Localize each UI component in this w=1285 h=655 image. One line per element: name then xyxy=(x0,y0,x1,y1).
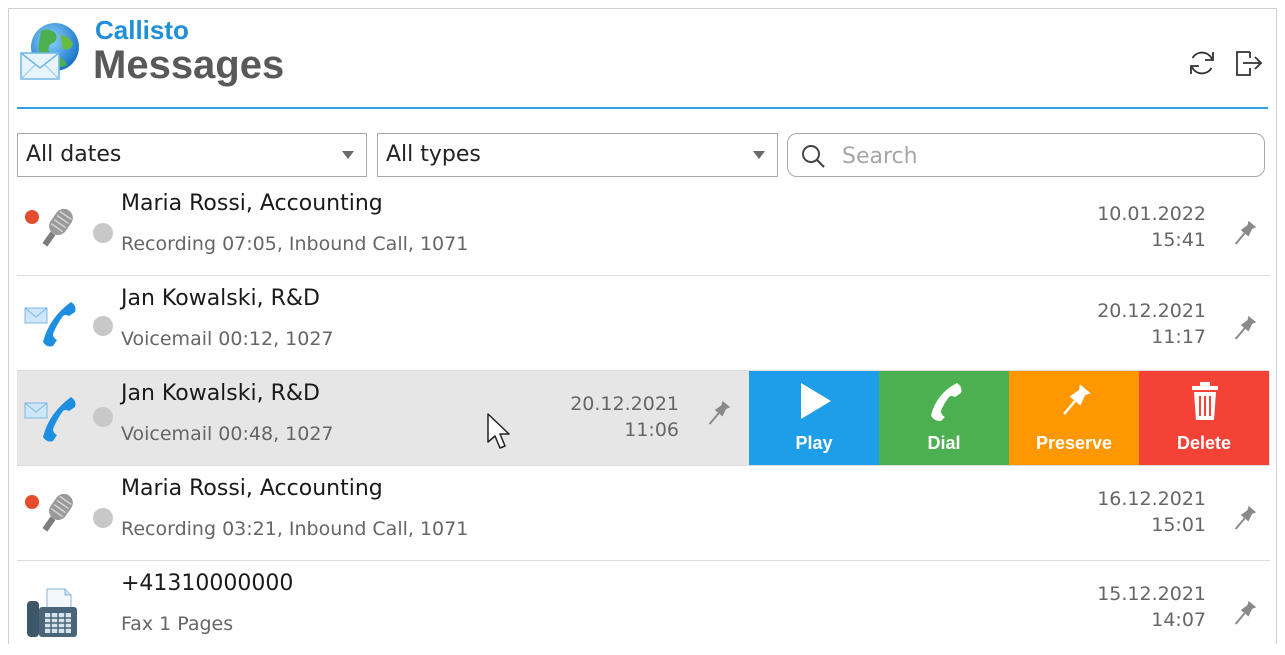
play-label: Play xyxy=(795,433,833,453)
message-time: 11:17 xyxy=(1151,326,1206,348)
play-button[interactable]: Play xyxy=(749,371,879,465)
message-timestamp: 20.12.2021 11:06 xyxy=(507,391,679,443)
message-detail: Voicemail 00:48, 1027 xyxy=(121,423,334,445)
message-detail: Voicemail 00:12, 1027 xyxy=(121,328,334,350)
pin-icon[interactable] xyxy=(1227,312,1261,346)
message-row[interactable]: +41310000000 Fax 1 Pages 15.12.2021 14:0… xyxy=(17,561,1270,655)
message-date: 20.12.2021 xyxy=(570,393,679,415)
chevron-down-icon xyxy=(342,151,354,159)
pin-icon[interactable] xyxy=(701,397,735,431)
refresh-icon[interactable] xyxy=(1186,47,1218,79)
row-actions: Play Dial Preserve Delete xyxy=(749,371,1270,465)
delete-label: Delete xyxy=(1176,433,1232,453)
filter-bar: All dates All types xyxy=(17,133,1265,179)
pin-icon xyxy=(1063,384,1091,415)
messages-app: Callisto Messages All dates All types Se… xyxy=(8,8,1277,655)
caller-name: +41310000000 xyxy=(121,571,294,596)
message-timestamp: 15.12.2021 14:07 xyxy=(1097,581,1206,633)
search-box[interactable] xyxy=(787,133,1265,177)
fax-machine-icon xyxy=(27,588,77,637)
header-divider xyxy=(17,107,1268,109)
header: Callisto Messages xyxy=(9,9,1276,107)
message-date: 20.12.2021 xyxy=(1097,300,1206,322)
mouse-cursor-icon xyxy=(487,413,510,449)
pin-icon[interactable] xyxy=(1227,502,1261,536)
dial-button[interactable]: Dial xyxy=(879,371,1009,465)
message-timestamp: 16.12.2021 15:01 xyxy=(1097,486,1206,538)
message-row[interactable]: Jan Kowalski, R&D Voicemail 00:48, 1027 … xyxy=(17,371,1270,466)
logout-icon[interactable] xyxy=(1232,47,1264,79)
caller-name: Maria Rossi, Accounting xyxy=(121,476,383,501)
preserve-button[interactable]: Preserve xyxy=(1009,371,1139,465)
status-dot xyxy=(93,223,113,243)
message-time: 11:06 xyxy=(624,419,679,441)
phone-icon xyxy=(931,383,962,421)
message-detail: Recording 03:21, Inbound Call, 1071 xyxy=(121,518,469,540)
play-icon xyxy=(801,383,831,419)
message-timestamp: 20.12.2021 11:17 xyxy=(1097,298,1206,350)
delete-button[interactable]: Delete xyxy=(1139,371,1269,465)
caller-name: Maria Rossi, Accounting xyxy=(121,191,383,216)
status-dot xyxy=(93,316,113,336)
message-detail: Fax 1 Pages xyxy=(121,613,234,635)
message-timestamp: 10.01.2022 15:41 xyxy=(1097,201,1206,253)
message-row[interactable]: Maria Rossi, Accounting Recording 03:21,… xyxy=(17,466,1270,561)
type-filter-value: All types xyxy=(386,142,481,167)
voicemail-phone-icon xyxy=(24,302,76,347)
dial-label: Dial xyxy=(927,433,961,453)
message-list: Maria Rossi, Accounting Recording 07:05,… xyxy=(17,181,1270,655)
message-date: 15.12.2021 xyxy=(1097,583,1206,605)
message-date: 10.01.2022 xyxy=(1097,203,1206,225)
search-input[interactable] xyxy=(840,140,1244,172)
globe-envelope-logo-icon xyxy=(20,23,79,80)
caller-name: Jan Kowalski, R&D xyxy=(121,381,320,406)
message-time: 15:41 xyxy=(1151,229,1206,251)
page-title: Messages xyxy=(93,43,285,87)
recording-microphone-icon xyxy=(25,493,73,532)
pin-icon[interactable] xyxy=(1227,217,1261,251)
status-dot xyxy=(93,508,113,528)
pin-icon[interactable] xyxy=(1227,597,1261,631)
voicemail-phone-icon xyxy=(24,397,76,442)
message-date: 16.12.2021 xyxy=(1097,488,1206,510)
caller-name: Jan Kowalski, R&D xyxy=(121,286,320,311)
message-row[interactable]: Jan Kowalski, R&D Voicemail 00:12, 1027 … xyxy=(17,276,1270,371)
date-filter-select[interactable]: All dates xyxy=(17,133,367,177)
message-time: 14:07 xyxy=(1151,609,1206,631)
message-detail: Recording 07:05, Inbound Call, 1071 xyxy=(121,233,469,255)
message-time: 15:01 xyxy=(1151,514,1206,536)
header-actions xyxy=(1186,47,1264,79)
chevron-down-icon xyxy=(753,151,765,159)
search-icon xyxy=(802,145,825,168)
status-dot xyxy=(93,407,113,427)
trash-icon xyxy=(1192,382,1218,420)
date-filter-value: All dates xyxy=(26,142,122,167)
preserve-label: Preserve xyxy=(1035,433,1113,453)
message-row[interactable]: Maria Rossi, Accounting Recording 07:05,… xyxy=(17,181,1270,276)
type-filter-select[interactable]: All types xyxy=(377,133,778,177)
recording-microphone-icon xyxy=(25,208,73,247)
